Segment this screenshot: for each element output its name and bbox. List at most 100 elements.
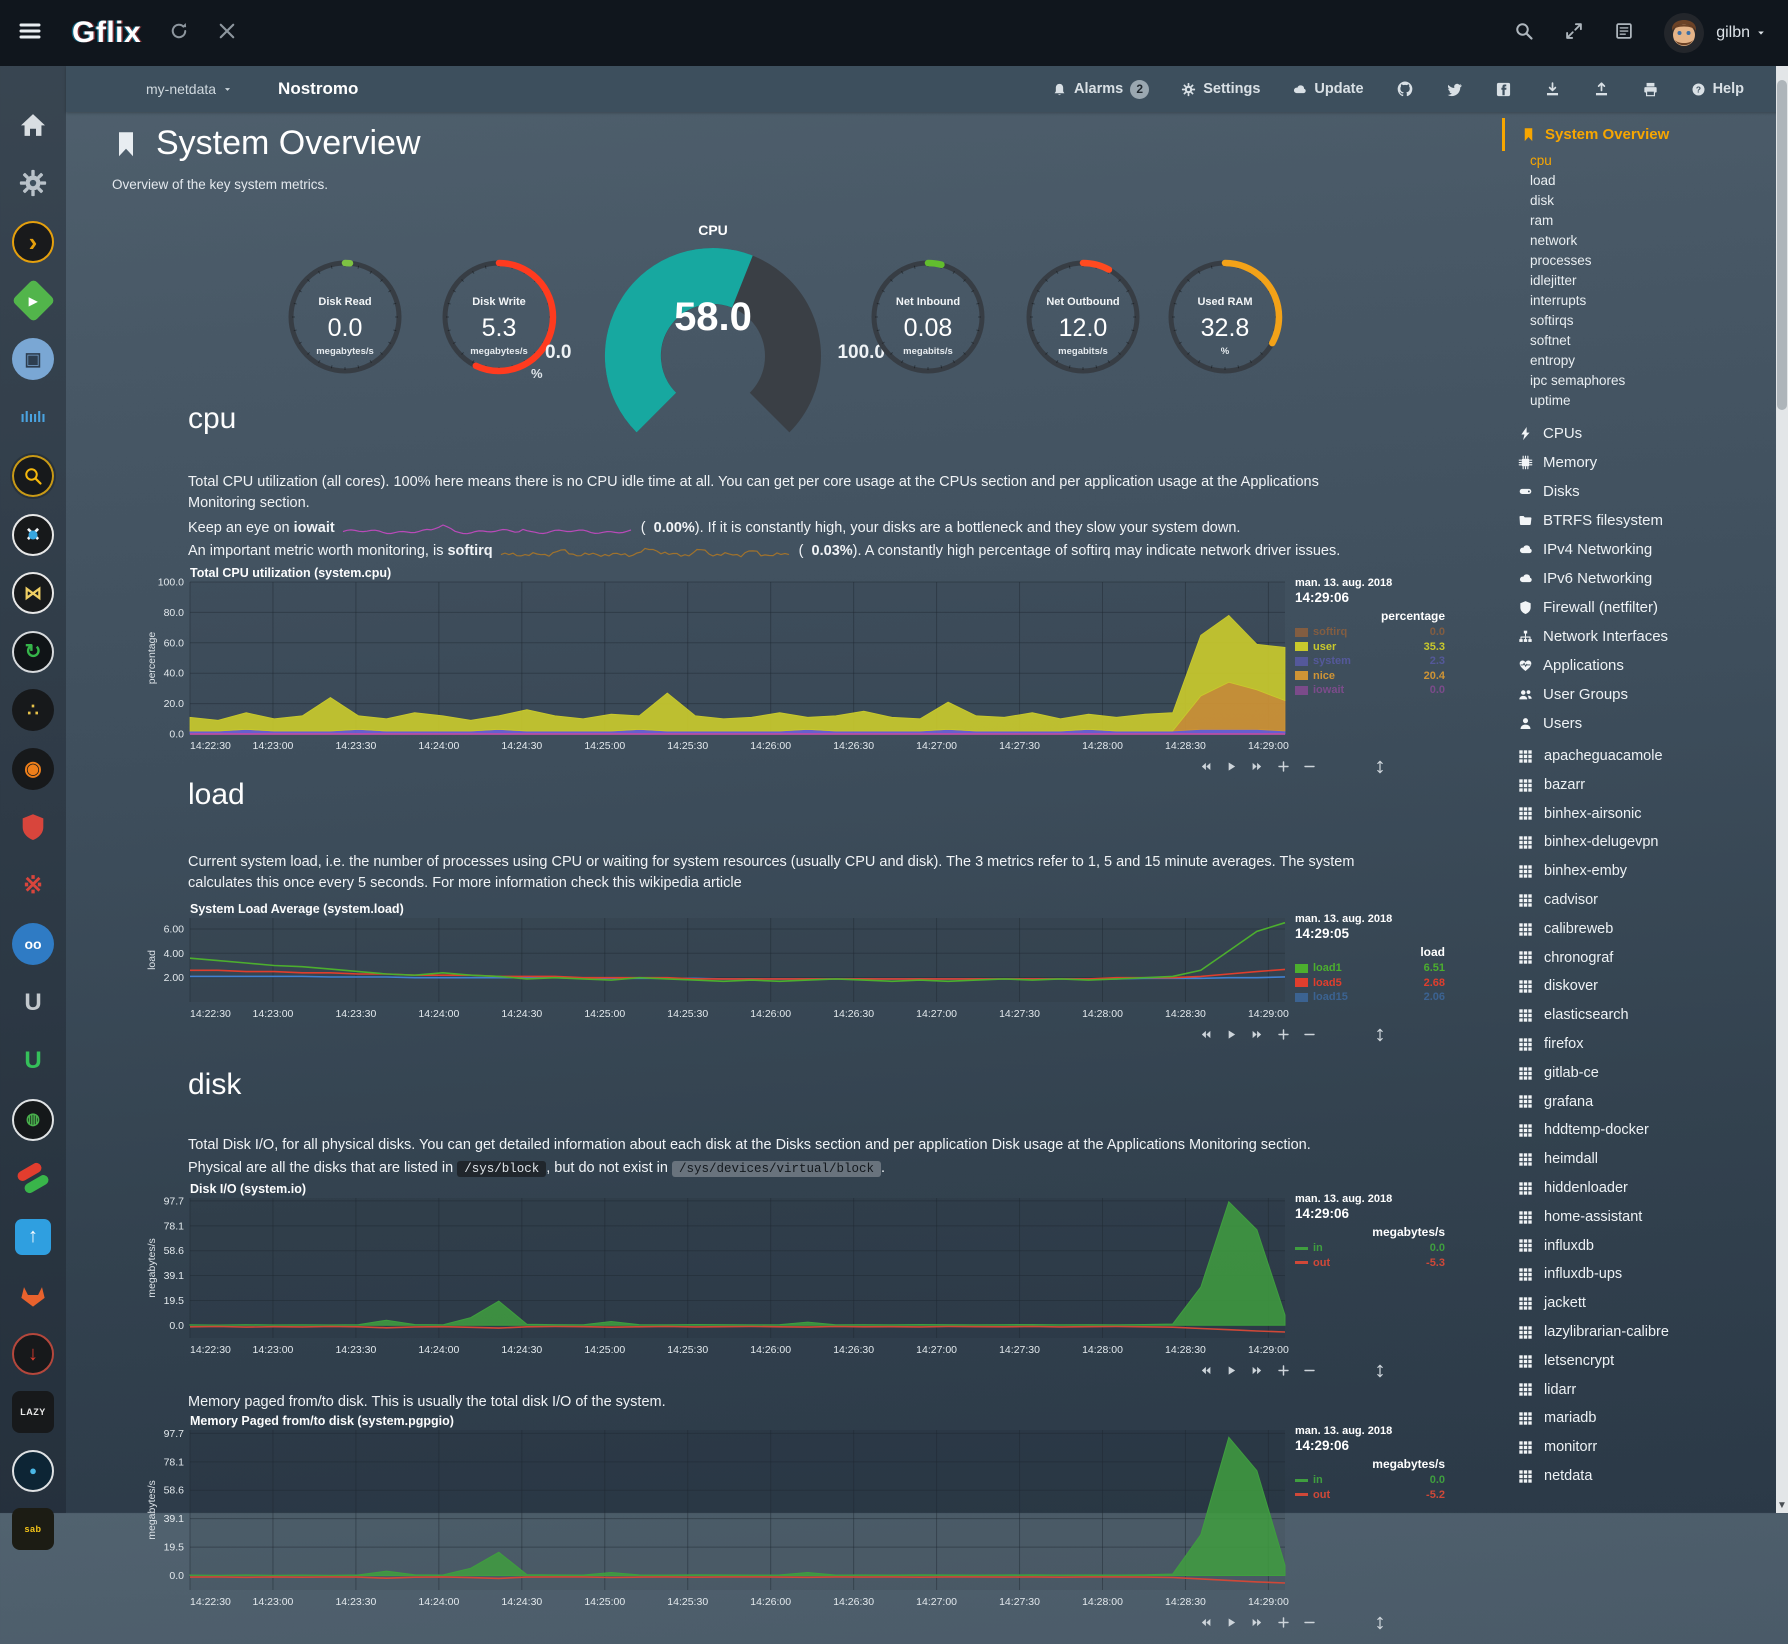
sidebar-section-network-interfaces[interactable]: Network Interfaces — [1502, 622, 1774, 651]
green-swirl-icon[interactable]: ↻ — [0, 623, 66, 682]
close-tab-icon[interactable] — [217, 21, 237, 45]
sidebar-item-uptime[interactable]: uptime — [1502, 391, 1774, 411]
airsonic-waveform-icon[interactable]: ılıılı — [0, 389, 66, 448]
settings-button[interactable]: Settings — [1181, 81, 1260, 97]
sidebar-scrollbar[interactable]: ▼ — [1776, 66, 1788, 1513]
sidebar-app-diskover[interactable]: diskover — [1502, 972, 1774, 1001]
red-down-arrow-icon[interactable]: ↓ — [0, 1325, 66, 1384]
sidebar-app-monitorr[interactable]: monitorr — [1502, 1433, 1774, 1462]
legend-row-in[interactable]: in0.0 — [1295, 1473, 1445, 1488]
zoom-in-icon[interactable] — [1277, 760, 1290, 773]
green-dot-circle-icon[interactable]: ◍ — [0, 1091, 66, 1150]
sidebar-section-users[interactable]: Users — [1502, 709, 1774, 738]
sidebar-app-heimdall[interactable]: heimdall — [1502, 1145, 1774, 1174]
home-icon[interactable] — [0, 96, 66, 155]
sidebar-section-memory[interactable]: Memory — [1502, 448, 1774, 477]
pan-backward-icon[interactable] — [1199, 760, 1212, 773]
chart-resize-handle[interactable] — [1373, 1616, 1387, 1630]
legend-row-load15[interactable]: load152.06 — [1295, 990, 1445, 1005]
settings-gear-icon[interactable] — [0, 155, 66, 214]
sidebar-item-cpu[interactable]: cpu — [1502, 151, 1774, 171]
sidebar-item-network[interactable]: network — [1502, 231, 1774, 251]
emby-icon[interactable]: ▶ — [0, 272, 66, 331]
sidebar-section-user-groups[interactable]: User Groups — [1502, 680, 1774, 709]
sidebar-app-influxdb[interactable]: influxdb — [1502, 1232, 1774, 1261]
play-icon[interactable] — [1225, 760, 1238, 773]
sidebar-app-binhex-emby[interactable]: binhex-emby — [1502, 857, 1774, 886]
red-cluster-icon[interactable]: ※ — [0, 857, 66, 916]
play-icon[interactable] — [1225, 1364, 1238, 1377]
green-horseshoe-icon[interactable]: U — [0, 1032, 66, 1091]
zoom-out-icon[interactable] — [1303, 760, 1316, 773]
gray-horseshoe-icon[interactable]: U — [0, 974, 66, 1033]
github-link[interactable] — [1396, 80, 1414, 98]
sidebar-section-disks[interactable]: Disks — [1502, 477, 1774, 506]
sidebar-item-load[interactable]: load — [1502, 171, 1774, 191]
sidebar-section-applications[interactable]: Applications — [1502, 651, 1774, 680]
search-app-icon[interactable] — [0, 447, 66, 506]
legend-row-user[interactable]: user35.3 — [1295, 640, 1445, 655]
sidebar-app-home-assistant[interactable]: home-assistant — [1502, 1203, 1774, 1232]
export-snapshot-button[interactable] — [1544, 81, 1561, 98]
sidebar-app-letsencrypt[interactable]: letsencrypt — [1502, 1347, 1774, 1376]
chart-resize-handle[interactable] — [1373, 1364, 1387, 1378]
chart-system.io[interactable]: Disk I/O (system.io)97.778.158.639.119.5… — [146, 1182, 1446, 1392]
sabnzbd-icon[interactable]: sab — [0, 1500, 66, 1559]
alarms-button[interactable]: Alarms 2 — [1052, 80, 1149, 99]
nextcloud-circles-icon[interactable]: oo — [0, 915, 66, 974]
sidebar-app-hddtemp-docker[interactable]: hddtemp-docker — [1502, 1116, 1774, 1145]
sidebar-app-lidarr[interactable]: lidarr — [1502, 1376, 1774, 1405]
username-menu[interactable]: gilbn — [1716, 24, 1766, 42]
pan-backward-icon[interactable] — [1199, 1616, 1212, 1629]
sidebar-app-mariadb[interactable]: mariadb — [1502, 1404, 1774, 1433]
sidebar-item-disk[interactable]: disk — [1502, 191, 1774, 211]
sidebar-app-hiddenloader[interactable]: hiddenloader — [1502, 1174, 1774, 1203]
blue-up-arrow-tile-icon[interactable]: ↑ — [0, 1208, 66, 1267]
legend-row-in[interactable]: in0.0 — [1295, 1241, 1445, 1256]
play-icon[interactable] — [1225, 1028, 1238, 1041]
twitter-link[interactable] — [1446, 81, 1463, 98]
facebook-link[interactable] — [1495, 81, 1512, 98]
legend-row-nice[interactable]: nice20.4 — [1295, 669, 1445, 684]
chart-system.pgpgio[interactable]: Memory Paged from/to disk (system.pgpgio… — [146, 1414, 1446, 1644]
sidebar-section-system-overview[interactable]: System Overview — [1502, 118, 1774, 151]
sidebar-item-entropy[interactable]: entropy — [1502, 351, 1774, 371]
sidebar-app-chronograf[interactable]: chronograf — [1502, 944, 1774, 973]
sidebar-section-firewall-netfilter-[interactable]: Firewall (netfilter) — [1502, 593, 1774, 622]
sidebar-app-gitlab-ce[interactable]: gitlab-ce — [1502, 1059, 1774, 1088]
help-button[interactable]: ? Help — [1691, 81, 1744, 97]
sidebar-app-jackett[interactable]: jackett — [1502, 1289, 1774, 1318]
update-button[interactable]: Update — [1292, 81, 1363, 97]
scrollbar-thumb[interactable] — [1777, 80, 1787, 410]
user-avatar[interactable] — [1664, 13, 1704, 53]
sidebar-section-ipv6-networking[interactable]: IPv6 Networking — [1502, 564, 1774, 593]
gitlab-fox-icon[interactable] — [0, 1266, 66, 1325]
zoom-out-icon[interactable] — [1303, 1616, 1316, 1629]
print-button[interactable] — [1642, 81, 1659, 98]
bazarr-bowtie-icon[interactable]: ⋈ — [0, 564, 66, 623]
sidebar-item-softirqs[interactable]: softirqs — [1502, 311, 1774, 331]
zoom-in-icon[interactable] — [1277, 1616, 1290, 1629]
sidebar-item-interrupts[interactable]: interrupts — [1502, 291, 1774, 311]
sidebar-app-elasticsearch[interactable]: elasticsearch — [1502, 1001, 1774, 1030]
chart-resize-handle[interactable] — [1373, 760, 1387, 774]
plex-icon[interactable]: › — [0, 213, 66, 272]
legend-row-out[interactable]: out-5.2 — [1295, 1488, 1445, 1503]
sidebar-app-cadvisor[interactable]: cadvisor — [1502, 886, 1774, 915]
chart-system.load[interactable]: System Load Average (system.load)6.004.0… — [146, 902, 1446, 1056]
sidebar-app-bazarr[interactable]: bazarr — [1502, 771, 1774, 800]
sidebar-app-lazylibrarian-calibre[interactable]: lazylibrarian-calibre — [1502, 1318, 1774, 1347]
sidebar-section-cpus[interactable]: CPUs — [1502, 419, 1774, 448]
sidebar-section-ipv4-networking[interactable]: IPv4 Networking — [1502, 535, 1774, 564]
legend-row-system[interactable]: system2.3 — [1295, 654, 1445, 669]
legend-row-iowait[interactable]: iowait0.0 — [1295, 683, 1445, 698]
sidebar-item-softnet[interactable]: softnet — [1502, 331, 1774, 351]
scrollbar-down-arrow[interactable]: ▼ — [1776, 1500, 1788, 1511]
fullscreen-icon[interactable] — [1564, 21, 1584, 45]
hamburger-menu-icon[interactable] — [18, 19, 42, 47]
grafana-icon[interactable]: ◉ — [0, 740, 66, 799]
diskover-nodes-icon[interactable]: ∴ — [0, 681, 66, 740]
lazylibrarian-icon[interactable]: LAZY — [0, 1383, 66, 1442]
sidebar-app-binhex-delugevpn[interactable]: binhex-delugevpn — [1502, 828, 1774, 857]
chart-resize-handle[interactable] — [1373, 1028, 1387, 1042]
